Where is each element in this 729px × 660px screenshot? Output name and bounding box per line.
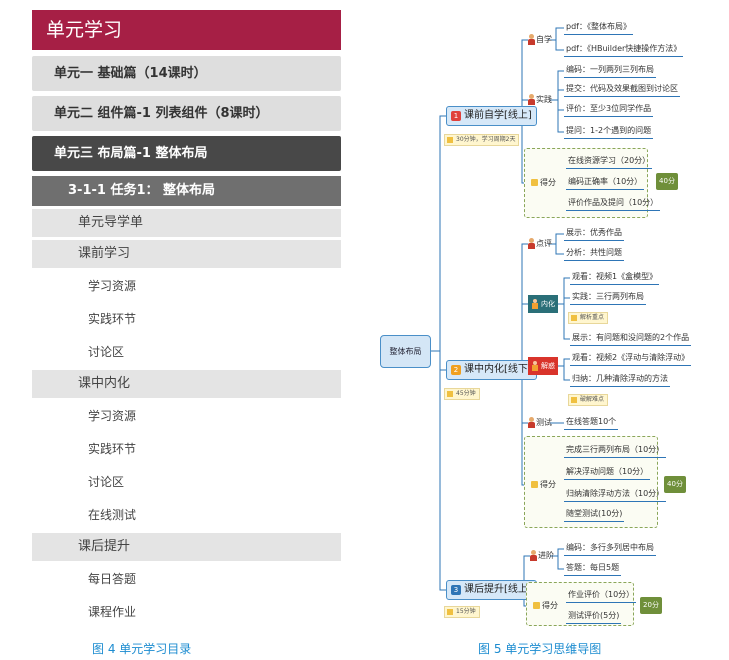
directory-header: 单元学习 [32,10,341,50]
score-node: 得分 [533,600,558,612]
stage-1-label: 课前自学[线上] [464,110,532,121]
mid-discussion-item[interactable]: 讨论区 [32,467,341,497]
leaf: 解决浮动问题（10分） [564,466,651,480]
self-study-node: 自学 [528,34,552,46]
key-point-tag: 解析重点 [568,312,609,324]
leaf: 归纳：几种清除浮动的方法 [570,373,670,387]
review-node: 点评 [528,238,552,250]
stage-3-node: 3 课后提升[线上] [446,580,537,600]
leaf: 提交：代码及效果截图到讨论区 [564,83,680,97]
total-score-1: 40分 [656,173,678,190]
leaf: 编码正确率（10分） [566,176,645,190]
leaf: 编码：一列两列三列布局 [564,64,656,78]
leaf: 答题：每日5题 [564,562,622,576]
guide-item[interactable]: 单元导学单 [32,209,341,237]
person-icon [528,34,535,45]
pre-discussion-item[interactable]: 讨论区 [32,337,341,367]
stage-2-note: 45分钟 [444,388,480,400]
leaf: pdf：《整体布局》 [564,21,633,35]
unit-2-item[interactable]: 单元二 组件篇-1 列表组件（8课时） [32,96,341,131]
leaf: 展示：有问题和没问题的2个作品 [570,332,692,346]
stage-1-number: 1 [451,111,461,121]
figure-4-caption: 图 4 单元学习目录 [92,642,192,656]
leaf: pdf：《HBuilder快捷操作方法》 [564,43,684,57]
post-daily-quiz-item[interactable]: 每日答题 [32,564,341,594]
person-icon [531,361,539,371]
leaf: 归纳清除浮动方法（10分） [564,488,667,502]
person-icon [528,417,535,428]
leaf: 观看：视频1《盒模型》 [570,271,660,285]
mind-map-root: 整体布局 [380,335,431,368]
leaf: 观看：视频2《浮动与清除浮动》 [570,352,692,366]
score-node: 得分 [531,177,556,189]
pre-practice-item[interactable]: 实践环节 [32,304,341,334]
mid-test-item[interactable]: 在线测试 [32,500,341,530]
person-icon [530,550,537,561]
person-icon [528,238,535,249]
practice-node: 实践 [528,94,552,106]
leaf: 编码：多行多列居中布局 [564,542,656,556]
stage-1-node: 1 课前自学[线上] [446,106,537,126]
in-class-section[interactable]: 课中内化 [32,370,341,398]
stage-3-number: 3 [451,585,461,595]
leaf: 测试评价(5分) [566,610,622,624]
leaf: 随堂测试(10分) [564,508,625,522]
stage-1-note: 30分钟，学习周期2天 [444,134,520,146]
pre-resources-item[interactable]: 学习资源 [32,271,341,301]
leaf: 提问：1-2个遇到的问题 [564,125,654,139]
leaf: 评价：至少3位同学作品 [564,103,654,117]
person-icon [531,299,539,309]
clarify-node: 解惑 [528,357,558,375]
mid-resources-item[interactable]: 学习资源 [32,401,341,431]
post-class-section[interactable]: 课后提升 [32,533,341,561]
mind-map: 整体布局 1 课前自学[线上] 30分钟，学习周期2天 自学 pdf：《整体布局… [378,14,692,630]
leaf: 评价作品及提问（10分） [566,197,661,211]
leaf: 完成三行两列布局（10分） [564,444,667,458]
total-score-2: 40分 [664,476,686,493]
leaf: 在线答题10个 [564,416,619,430]
leaf: 在线资源学习（20分） [566,155,653,169]
leaf: 作业评价（10分） [566,589,637,603]
advance-node: 进阶 [530,550,554,562]
score-node: 得分 [531,479,556,491]
person-icon [528,94,535,105]
task-item[interactable]: 3-1-1 任务1： 整体布局 [32,176,341,206]
test-node: 测试 [528,417,552,429]
stage-3-label: 课后提升[线上] [464,584,532,595]
difficulty-tag: 破解难点 [568,394,609,406]
stage-3-note: 15分钟 [444,606,480,618]
stage-2-node: 2 课中内化[线下] [446,360,537,380]
mid-practice-item[interactable]: 实践环节 [32,434,341,464]
internalize-node: 内化 [528,295,558,313]
stage-2-label: 课中内化[线下] [464,364,532,375]
unit-3-item[interactable]: 单元三 布局篇-1 整体布局 [32,136,341,171]
unit-1-item[interactable]: 单元一 基础篇（14课时） [32,56,341,91]
figure-5-caption: 图 5 单元学习思维导图 [478,642,602,656]
total-score-3: 20分 [640,597,662,614]
leaf: 实践：三行两列布局 [570,291,646,305]
stage-2-number: 2 [451,365,461,375]
unit-directory: 单元学习 单元一 基础篇（14课时） 单元二 组件篇-1 列表组件（8课时） 单… [32,10,341,630]
pre-class-section[interactable]: 课前学习 [32,240,341,268]
post-homework-item[interactable]: 课程作业 [32,597,341,627]
leaf: 展示：优秀作品 [564,227,624,241]
leaf: 分析：共性问题 [564,247,624,261]
